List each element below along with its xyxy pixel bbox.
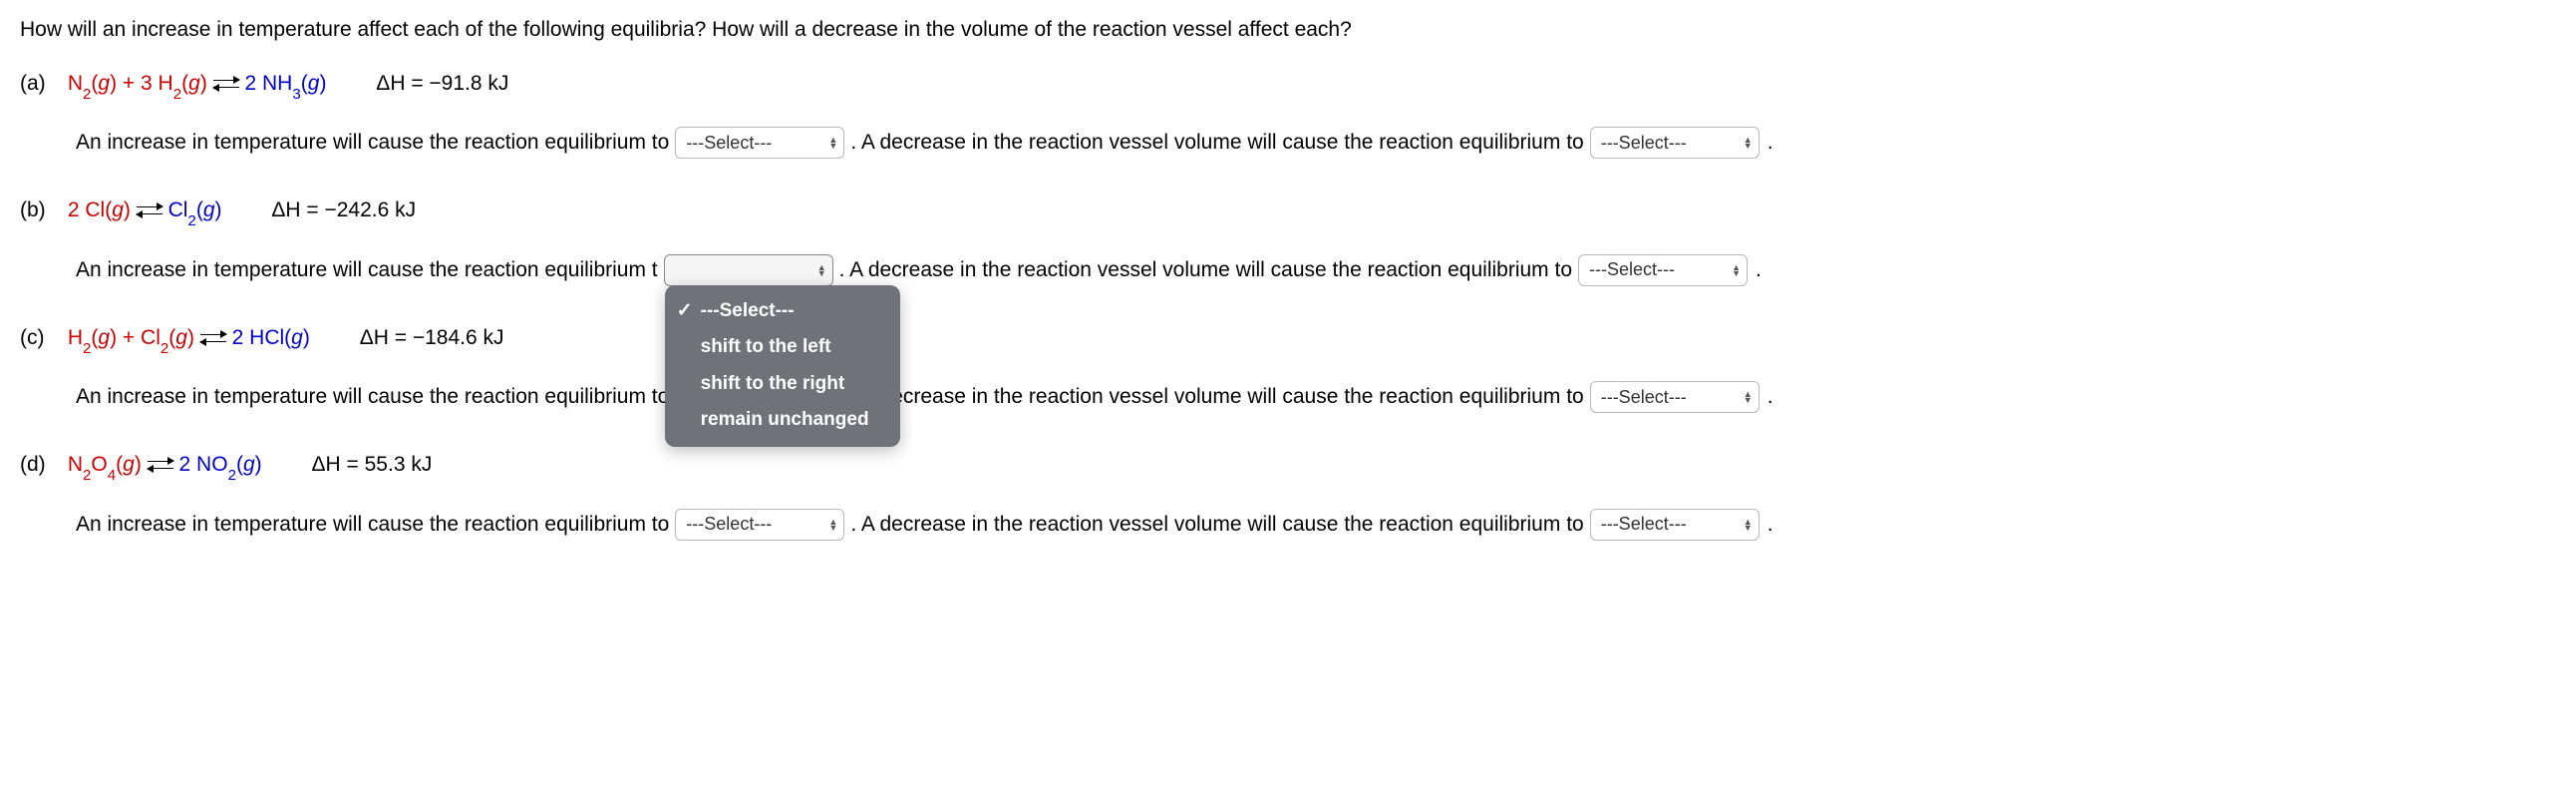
part-b: (b) 2 Cl(g) Cl2(g) ΔH = −242.6 kJ: [20, 195, 2556, 226]
period: .: [1768, 127, 1773, 159]
temp-prompt: An increase in temperature will cause th…: [76, 381, 669, 413]
delta-h-c: ΔH = −184.6 kJ: [360, 322, 504, 354]
period: .: [1768, 381, 1773, 413]
subquestion-b: An increase in temperature will cause th…: [76, 254, 2556, 286]
temp-prompt-trunc: An increase in temperature will cause th…: [76, 254, 658, 286]
stepper-arrows-icon: ▲▼: [828, 519, 837, 531]
part-c: (c) H2(g) + Cl2(g) 2 HCl(g) ΔH = −184.6 …: [20, 322, 2556, 354]
stepper-arrows-icon: ▲▼: [828, 137, 837, 149]
equilibrium-arrow-icon: [213, 77, 239, 91]
stepper-arrows-icon: ▲▼: [1744, 391, 1753, 403]
select-value: ---Select---: [1601, 384, 1687, 411]
stepper-arrows-icon: ▲▼: [817, 264, 826, 276]
stepper-arrows-icon: ▲▼: [1744, 519, 1753, 531]
select-b-temp[interactable]: ---Select--- ▲▼ ---Select--- shift to th…: [664, 254, 833, 286]
select-value: ---Select---: [1601, 130, 1687, 157]
reactants-c: H2(g) + Cl2(g): [68, 326, 194, 349]
vol-prompt: . A decrease in the reaction vessel volu…: [839, 254, 1572, 286]
products-a: 2 NH3(g): [245, 72, 327, 95]
question-intro: How will an increase in temperature affe…: [20, 14, 2556, 46]
stepper-arrows-icon: ▲▼: [1732, 264, 1741, 276]
dropdown-menu: ---Select--- shift to the left shift to …: [665, 285, 900, 447]
select-a-temp[interactable]: ---Select--- ▲▼: [675, 127, 844, 159]
equilibrium-arrow-icon: [137, 203, 162, 217]
subquestion-d: An increase in temperature will cause th…: [76, 509, 2556, 541]
part-label-c: (c): [20, 322, 62, 354]
delta-h-a: ΔH = −91.8 kJ: [376, 68, 508, 100]
equation-d: N2O4(g) 2 NO2(g): [68, 449, 262, 481]
equilibrium-arrow-icon: [148, 458, 173, 472]
delta-h-d: ΔH = 55.3 kJ: [312, 449, 433, 481]
part-a: (a) N2(g) + 3 H2(g) 2 NH3(g) ΔH = −91.8 …: [20, 68, 2556, 100]
products-b: Cl2(g): [168, 198, 222, 221]
delta-h-b: ΔH = −242.6 kJ: [271, 195, 416, 226]
equation-b: 2 Cl(g) Cl2(g): [68, 195, 222, 226]
dropdown-option[interactable]: shift to the right: [665, 366, 900, 403]
part-label-d: (d): [20, 449, 62, 481]
subquestion-a: An increase in temperature will cause th…: [76, 127, 2556, 159]
reactants-a: N2(g) + 3 H2(g): [68, 72, 207, 95]
part-d: (d) N2O4(g) 2 NO2(g) ΔH = 55.3 kJ: [20, 449, 2556, 481]
part-label-a: (a): [20, 68, 62, 100]
equation-c: H2(g) + Cl2(g) 2 HCl(g): [68, 322, 310, 354]
select-d-temp[interactable]: ---Select--- ▲▼: [675, 509, 844, 541]
select-value: ---Select---: [686, 130, 772, 157]
equation-a: N2(g) + 3 H2(g) 2 NH3(g): [68, 68, 327, 100]
vol-prompt: . A decrease in the reaction vessel volu…: [850, 127, 1583, 159]
select-b-vol[interactable]: ---Select--- ▲▼: [1578, 254, 1748, 286]
period: .: [1756, 254, 1762, 286]
products-c: 2 HCl(g): [232, 326, 310, 349]
part-label-b: (b): [20, 195, 62, 226]
dropdown-option-selected[interactable]: ---Select---: [665, 293, 900, 330]
select-a-vol[interactable]: ---Select--- ▲▼: [1590, 127, 1760, 159]
temp-prompt: An increase in temperature will cause th…: [76, 509, 669, 541]
select-value: ---Select---: [686, 511, 772, 538]
reactants-d: N2O4(g): [68, 453, 142, 476]
period: .: [1768, 509, 1773, 541]
select-c-vol[interactable]: ---Select--- ▲▼: [1590, 381, 1760, 413]
select-value: ---Select---: [1601, 511, 1687, 538]
stepper-arrows-icon: ▲▼: [1744, 137, 1753, 149]
vol-prompt: . A decrease in the reaction vessel volu…: [850, 509, 1583, 541]
vol-prompt: . A decrease in the reaction vessel volu…: [850, 381, 1583, 413]
select-d-vol[interactable]: ---Select--- ▲▼: [1590, 509, 1760, 541]
reactants-b: 2 Cl(g): [68, 198, 131, 221]
dropdown-option[interactable]: remain unchanged: [665, 402, 900, 439]
products-d: 2 NO2(g): [179, 453, 262, 476]
select-value: ---Select---: [1589, 256, 1675, 283]
subquestion-c: An increase in temperature will cause th…: [76, 381, 2556, 413]
equilibrium-arrow-icon: [200, 331, 226, 345]
temp-prompt: An increase in temperature will cause th…: [76, 127, 669, 159]
dropdown-option[interactable]: shift to the left: [665, 329, 900, 366]
